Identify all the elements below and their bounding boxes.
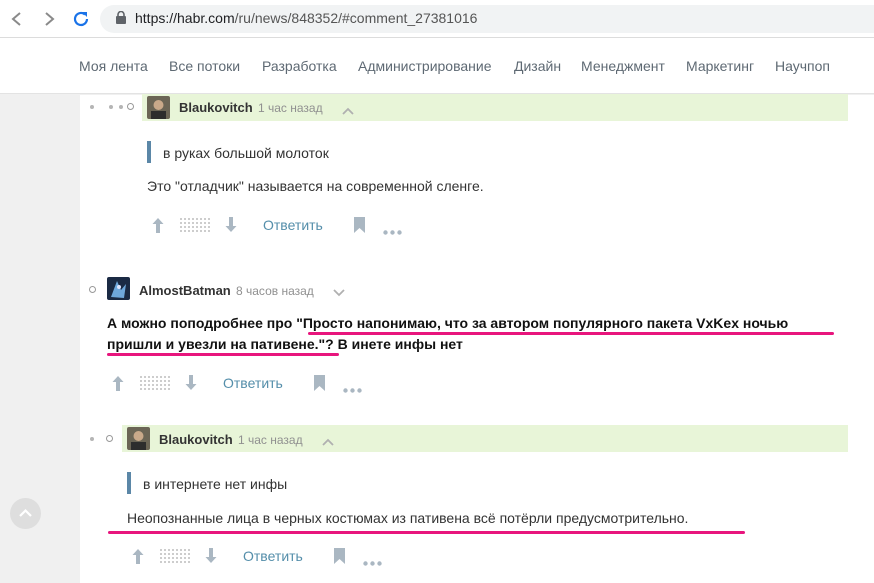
comment-author[interactable]: Blaukovitch [159, 432, 233, 447]
vote-down-icon[interactable] [184, 374, 198, 397]
url-path: /ru/news/848352/#comment_27381016 [234, 10, 478, 26]
bookmark-icon[interactable] [333, 547, 346, 570]
score-placeholder [159, 548, 191, 564]
top-navigation: Моя лента Все потоки Разработка Админист… [0, 38, 874, 94]
url-host: https://habr.com [135, 10, 235, 26]
avatar[interactable] [107, 277, 130, 300]
scroll-top-button[interactable] [10, 498, 41, 529]
comment-quote: в интернете нет инфы [143, 476, 288, 492]
chevron-up-icon[interactable] [341, 103, 355, 115]
comment-time[interactable]: 8 часов назад [236, 284, 314, 298]
scroll-top-icon [19, 508, 32, 517]
annotation-underline [308, 332, 834, 335]
score-placeholder [179, 217, 211, 233]
chevron-up-icon[interactable] [321, 434, 335, 446]
avatar[interactable] [147, 96, 170, 119]
thread-dot [90, 437, 94, 441]
url-text: https://habr.com/ru/news/848352/#comment… [135, 10, 477, 26]
comment-author[interactable]: Blaukovitch [179, 100, 253, 115]
nav-popsci[interactable]: Научпоп [775, 58, 830, 74]
browser-toolbar: https://habr.com/ru/news/848352/#comment… [0, 0, 874, 38]
nav-management[interactable]: Менеджмент [581, 58, 665, 74]
forward-arrow-icon[interactable] [38, 8, 60, 30]
more-icon[interactable] [383, 222, 402, 240]
bookmark-icon[interactable] [353, 216, 366, 239]
nav-design[interactable]: Дизайн [514, 58, 561, 74]
comment-time[interactable]: 1 час назад [258, 101, 323, 115]
nav-all-streams[interactable]: Все потоки [169, 58, 240, 74]
annotation-underline [107, 353, 339, 356]
annotation-underline [108, 531, 745, 534]
thread-dot [109, 105, 113, 109]
thread-dot [90, 105, 94, 109]
thread-dot [119, 105, 123, 109]
thread-ring [89, 286, 96, 293]
thread-ring [106, 435, 113, 442]
more-icon[interactable] [343, 380, 362, 398]
quote-bar [147, 141, 151, 163]
vote-up-icon[interactable] [151, 216, 165, 239]
comment-text-line2: пришли и увезли на пативене."? В инете и… [107, 336, 463, 352]
nav-administration[interactable]: Администрирование [358, 58, 492, 74]
vote-up-icon[interactable] [111, 374, 125, 397]
comment-time[interactable]: 1 час назад [238, 433, 303, 447]
reply-link[interactable]: Ответить [223, 375, 283, 391]
thread-ring [127, 103, 134, 110]
vote-up-icon[interactable] [131, 547, 145, 570]
comment-quote: в руках большой молоток [163, 145, 329, 161]
reload-icon[interactable] [70, 8, 92, 30]
comment-text-line1: А можно поподробнее про "Просто напонима… [107, 315, 789, 331]
score-placeholder [139, 375, 171, 391]
nav-my-feed[interactable]: Моя лента [79, 58, 148, 74]
nav-marketing[interactable]: Маркетинг [686, 58, 754, 74]
comment-text: Это "отладчик" называется на современной… [147, 178, 484, 194]
back-arrow-icon[interactable] [6, 8, 28, 30]
reply-link[interactable]: Ответить [263, 217, 323, 233]
nav-development[interactable]: Разработка [262, 58, 337, 74]
vote-down-icon[interactable] [224, 216, 238, 239]
quote-bar [127, 472, 131, 494]
reply-link[interactable]: Ответить [243, 548, 303, 564]
chevron-down-icon[interactable] [332, 285, 346, 297]
comment-text: Неопознанные лица в черных костюмах из п… [127, 510, 689, 526]
comment-author[interactable]: AlmostBatman [139, 283, 231, 298]
bookmark-icon[interactable] [313, 374, 326, 397]
lock-icon [116, 10, 126, 24]
vote-down-icon[interactable] [204, 547, 218, 570]
avatar[interactable] [127, 427, 150, 450]
more-icon[interactable] [363, 553, 382, 571]
